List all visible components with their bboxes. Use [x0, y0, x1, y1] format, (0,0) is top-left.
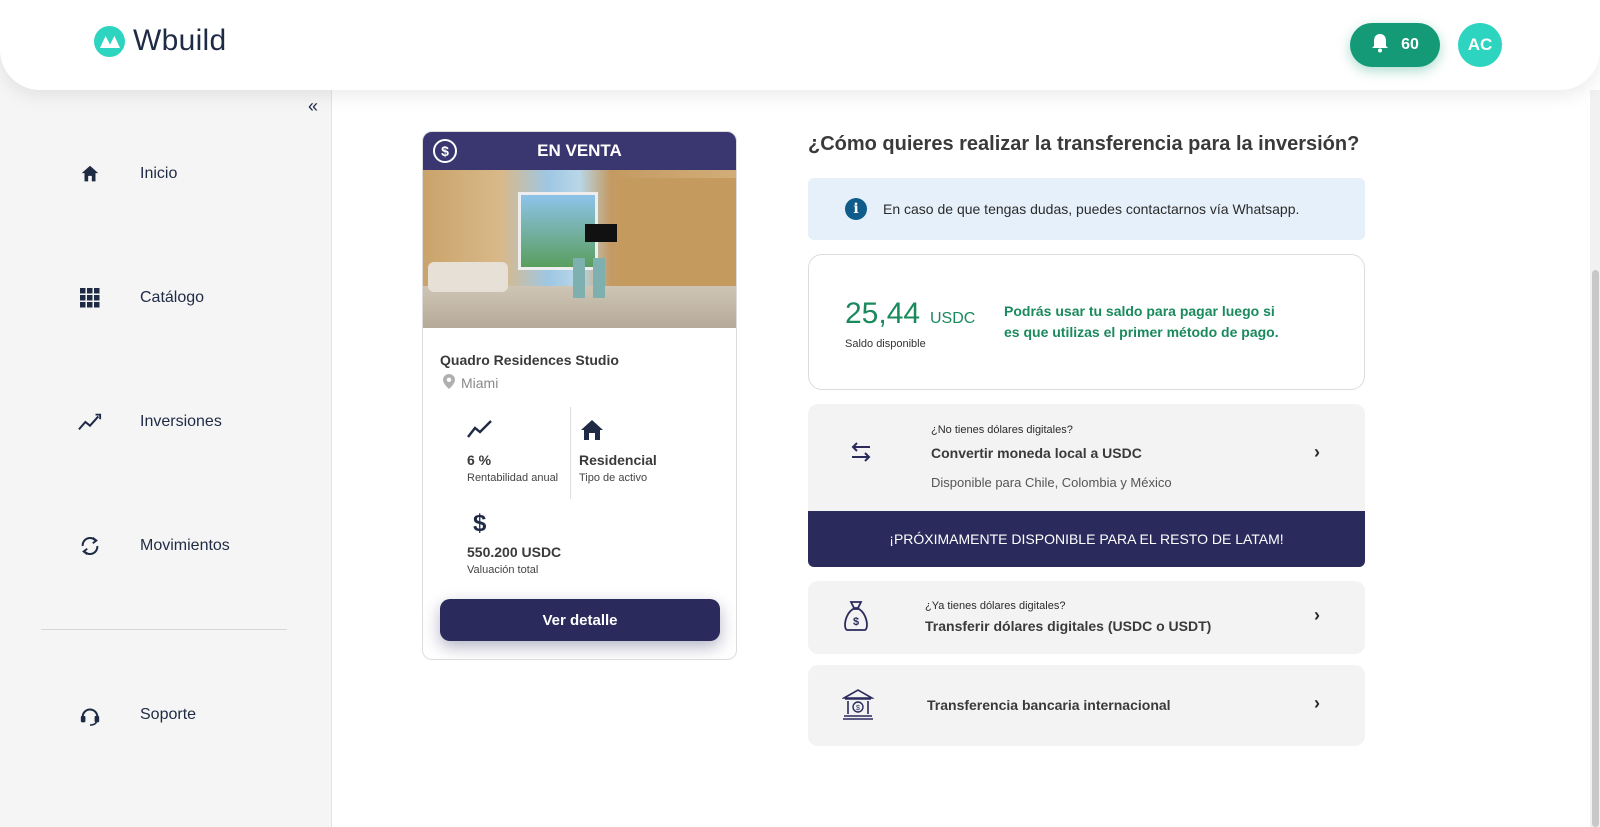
sidebar-item-label: Catálogo [140, 289, 205, 306]
property-card: $ EN VENTA Quadro Residences Studio Miam… [422, 131, 737, 660]
location-pin-icon [443, 374, 455, 392]
badge-label: EN VENTA [537, 141, 622, 160]
sidebar-item-label: Inversiones [140, 413, 222, 430]
stat-value: 6 % [467, 452, 492, 468]
dollar-circle-icon: $ [433, 139, 457, 163]
stat-label: Rentabilidad anual [467, 472, 559, 484]
sidebar-item-movimientos[interactable]: Movimientos [78, 534, 230, 558]
sidebar-item-inversiones[interactable]: Inversiones [78, 410, 222, 434]
support-icon [78, 703, 102, 727]
option-hint: ¿No tienes dólares digitales? [931, 424, 1073, 436]
balance-label: Saldo disponible [845, 338, 926, 350]
option-title: Transferencia bancaria internacional [927, 697, 1171, 713]
sync-icon [78, 534, 102, 558]
stat-label: Valuación total [467, 564, 539, 576]
trend-line-icon [467, 418, 497, 448]
location-label: Miami [461, 375, 499, 391]
property-title: Quadro Residences Studio [440, 352, 619, 368]
collapse-sidebar-button[interactable]: « [308, 96, 318, 117]
bank-icon: $ [840, 688, 876, 725]
stat-tipo-activo: Residencial Tipo de activo [579, 418, 657, 484]
trend-icon [78, 410, 102, 434]
scrollbar-thumb[interactable] [1592, 270, 1599, 827]
option-title: Convertir moneda local a USDC [931, 445, 1142, 461]
sidebar-item-catalogo[interactable]: Catálogo [78, 286, 204, 310]
sidebar-item-inicio[interactable]: Inicio [78, 162, 177, 186]
top-header: Wbuild 60 AC [0, 0, 1600, 90]
coming-soon-banner: ¡PRÓXIMAMENTE DISPONIBLE PARA EL RESTO D… [808, 511, 1365, 567]
notification-count: 60 [1401, 36, 1419, 53]
notifications-button[interactable]: 60 [1350, 23, 1440, 67]
stat-valuacion: $ 550.200 USDC Valuación total [467, 510, 561, 576]
view-detail-button[interactable]: Ver detalle [440, 599, 720, 641]
option-hint: ¿Ya tienes dólares digitales? [925, 600, 1066, 612]
option-international-bank-transfer[interactable]: $ Transferencia bancaria internacional › [808, 665, 1365, 746]
bell-icon [1371, 33, 1389, 58]
balance-unit: USDC [930, 310, 976, 327]
swap-icon [849, 440, 873, 469]
svg-text:$: $ [856, 705, 860, 712]
brand-name: Wbuild [133, 24, 227, 57]
stat-value: 550.200 USDC [467, 544, 562, 560]
property-photo [423, 170, 736, 328]
stat-rentabilidad: 6 % Rentabilidad anual [467, 418, 558, 484]
grid-icon [78, 286, 102, 310]
house-icon [579, 418, 609, 448]
page-title: ¿Cómo quieres realizar la transferencia … [808, 133, 1360, 155]
balance-note: Podrás usar tu saldo para pagar luego si… [1004, 303, 1279, 340]
sidebar-item-soporte[interactable]: Soporte [78, 703, 196, 727]
sidebar-item-label: Soporte [140, 706, 197, 723]
balance-card: 25,44 USDC Saldo disponible Podrás usar … [808, 254, 1365, 390]
dollar-icon: $ [473, 510, 487, 537]
sidebar-item-label: Inicio [140, 165, 178, 182]
info-banner: i En caso de que tengas dudas, puedes co… [808, 178, 1365, 240]
chevron-right-icon: › [1314, 442, 1320, 462]
user-avatar[interactable]: AC [1458, 23, 1502, 67]
money-bag-icon: $ [842, 600, 870, 637]
property-location: Miami [443, 374, 498, 392]
option-convert-local-currency[interactable]: ¿No tienes dólares digitales? Convertir … [808, 404, 1365, 524]
option-title: Transferir dólares digitales (USDC o USD… [925, 618, 1212, 634]
home-icon [78, 162, 102, 186]
option-transfer-digital-dollars[interactable]: $ ¿Ya tienes dólares digitales? Transfer… [808, 581, 1365, 654]
stat-divider [570, 407, 571, 499]
chevron-right-icon: › [1314, 605, 1320, 625]
brand-logo[interactable]: Wbuild [94, 24, 227, 58]
sale-badge: $ EN VENTA [423, 132, 736, 170]
sidebar-item-label: Movimientos [140, 537, 230, 554]
chevron-right-icon: › [1314, 693, 1320, 713]
info-text: En caso de que tengas dudas, puedes cont… [883, 201, 1300, 217]
svg-text:$: $ [853, 616, 859, 628]
stat-label: Tipo de activo [579, 472, 648, 484]
option-subtitle: Disponible para Chile, Colombia y México [931, 475, 1172, 490]
sidebar-divider [41, 629, 287, 630]
logo-icon [94, 25, 125, 57]
info-icon: i [845, 198, 867, 220]
sidebar: « Inicio Catálogo Inversiones Movimiento… [0, 0, 332, 827]
balance-amount: 25,44 [845, 297, 921, 330]
stat-value: Residencial [579, 452, 657, 468]
